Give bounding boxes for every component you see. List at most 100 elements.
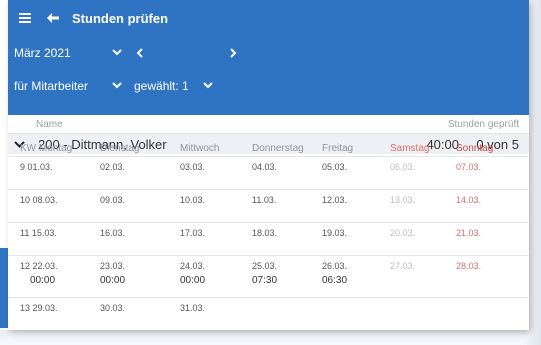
date-label: 20.03. xyxy=(390,228,416,238)
date-label: 30.03. xyxy=(100,303,126,313)
day-cell[interactable]: 27.03. xyxy=(378,256,444,297)
day-cell[interactable]: 21.03. xyxy=(444,223,509,255)
day-cell[interactable]: 20.03. xyxy=(378,223,444,255)
date-label: 09.03. xyxy=(100,195,126,205)
week-row: 10 08.03. 09.03. 10.03. 11.03. 12.03. 13… xyxy=(8,190,529,223)
chevron-down-icon[interactable] xyxy=(106,75,128,97)
date-label: 31.03. xyxy=(180,303,206,313)
day-cell[interactable]: 23.03. 00:00 xyxy=(88,256,168,297)
checked-column-header: Stunden geprüft xyxy=(447,118,519,130)
date-label: 06.03. xyxy=(390,162,416,172)
day-cell[interactable]: 07.03. xyxy=(444,157,509,189)
back-arrow-icon[interactable] xyxy=(42,7,64,29)
chevron-down-icon[interactable] xyxy=(197,75,219,97)
date-label: 16.03. xyxy=(100,228,126,238)
day-cell[interactable]: 12.03. xyxy=(310,190,378,222)
date-label: 14.03. xyxy=(456,195,482,205)
menu-icon[interactable] xyxy=(14,7,36,29)
weekday-label: Mittwoch xyxy=(180,143,220,154)
date-label: 26.03. xyxy=(322,261,348,271)
date-label: 19.03. xyxy=(322,228,348,238)
date-label: 12.03. xyxy=(322,195,348,205)
day-cell[interactable]: 16.03. xyxy=(88,223,168,255)
day-cell[interactable]: 11.03. xyxy=(240,190,310,222)
day-cell[interactable]: 05.03. xyxy=(310,157,378,189)
week-row: 13 29.03. 30.03. 31.03. xyxy=(8,298,529,320)
day-cell[interactable]: 06.03. xyxy=(378,157,444,189)
day-cell[interactable]: 12 22.03. 00:00 xyxy=(8,256,88,297)
weekday-label: Freitag xyxy=(322,143,354,154)
day-cell[interactable]: 25.03. 07:30 xyxy=(240,256,310,297)
day-cell[interactable]: 02.03. xyxy=(88,157,168,189)
date-label: 11.03. xyxy=(252,195,277,205)
day-cell[interactable]: 13.03. xyxy=(378,190,444,222)
table-header: Name Stunden geprüft xyxy=(8,115,529,133)
day-cell[interactable]: 09.03. xyxy=(88,190,168,222)
name-column-header: Name xyxy=(36,118,63,130)
day-cell[interactable]: 13 29.03. xyxy=(8,298,88,320)
chevron-right-icon[interactable] xyxy=(222,42,244,64)
day-cell[interactable]: 26.03. 06:30 xyxy=(310,256,378,297)
day-cell[interactable]: 18.03. xyxy=(240,223,310,255)
date-label: 02.03. xyxy=(100,162,126,172)
day-cell[interactable]: 11 15.03. xyxy=(8,223,88,255)
date-label: 03.03. xyxy=(180,162,206,172)
day-cell[interactable]: 14.03. xyxy=(444,190,509,222)
date-label: 24.03. xyxy=(180,261,206,271)
hours-value: 00:00 xyxy=(180,275,206,286)
day-cell xyxy=(240,298,310,320)
date-label: 12 22.03. xyxy=(20,261,58,271)
day-cell xyxy=(444,298,509,320)
date-label: 04.03. xyxy=(252,162,278,172)
employee-filter-label: für Mitarbeiter xyxy=(14,78,89,93)
date-label: 27.03. xyxy=(390,261,416,271)
date-label: 28.03. xyxy=(456,261,482,271)
hours-value: 00:00 xyxy=(100,275,126,286)
day-cell[interactable]: 10.03. xyxy=(168,190,240,222)
hours-value: 06:30 xyxy=(322,275,348,286)
backdrop-shadow xyxy=(0,330,541,345)
date-label: 18.03. xyxy=(252,228,278,238)
date-label: 07.03. xyxy=(456,162,482,172)
weekday-label: Sonntag xyxy=(456,143,494,154)
selected-count: gewählt: 1 xyxy=(134,78,189,93)
weekday-label: KW Montag xyxy=(20,143,73,154)
date-label: 11 15.03. xyxy=(20,228,57,238)
chevron-left-icon[interactable] xyxy=(128,42,150,64)
date-label: 9 01.03. xyxy=(20,162,53,172)
date-label: 23.03. xyxy=(100,261,126,271)
day-cell[interactable]: 04.03. xyxy=(240,157,310,189)
app-header: Stunden prüfen März 2021 für Mitarbeiter… xyxy=(8,0,529,115)
day-cell xyxy=(310,298,378,320)
week-row: 9 01.03. 02.03. 03.03. 04.03. 05.03. 06.… xyxy=(8,157,529,190)
day-cell[interactable]: 31.03. xyxy=(168,298,240,320)
day-cell[interactable]: 30.03. xyxy=(88,298,168,320)
week-row: 12 22.03. 00:00 23.03. 00:00 24.03. 00:00 2… xyxy=(8,256,529,298)
backdrop-edge xyxy=(527,0,541,345)
day-cell[interactable]: 28.03. xyxy=(444,256,509,297)
day-cell[interactable]: 24.03. 00:00 xyxy=(168,256,240,297)
weekday-label: Dienstag xyxy=(100,143,140,154)
week-row: 11 15.03. 16.03. 17.03. 18.03. 19.03. 20… xyxy=(8,223,529,256)
day-cell[interactable]: 9 01.03. xyxy=(8,157,88,189)
app-window: Stunden prüfen März 2021 für Mitarbeiter… xyxy=(8,0,529,330)
weekday-header: KW Montag Dienstag Mittwoch Donnerstag F… xyxy=(8,141,529,157)
date-label: 10 08.03. xyxy=(20,195,58,205)
page-title: Stunden prüfen xyxy=(72,10,169,26)
hours-value: 07:30 xyxy=(252,275,278,286)
date-label: 05.03. xyxy=(322,162,348,172)
day-cell[interactable]: 19.03. xyxy=(310,223,378,255)
weekday-label: Samstag xyxy=(390,143,430,154)
date-label: 25.03. xyxy=(252,261,278,271)
date-label: 21.03. xyxy=(456,228,482,238)
date-label: 13 29.03. xyxy=(20,303,58,313)
date-label: 13.03. xyxy=(390,195,416,205)
day-cell[interactable]: 10 08.03. xyxy=(8,190,88,222)
day-cell[interactable]: 17.03. xyxy=(168,223,240,255)
date-label: 10.03. xyxy=(180,195,206,205)
calendar-grid: KW Montag Dienstag Mittwoch Donnerstag F… xyxy=(8,141,529,320)
day-cell[interactable]: 03.03. xyxy=(168,157,240,189)
weekday-label: Donnerstag xyxy=(252,143,304,154)
month-label: März 2021 xyxy=(14,45,71,60)
chevron-down-icon[interactable] xyxy=(106,42,128,64)
